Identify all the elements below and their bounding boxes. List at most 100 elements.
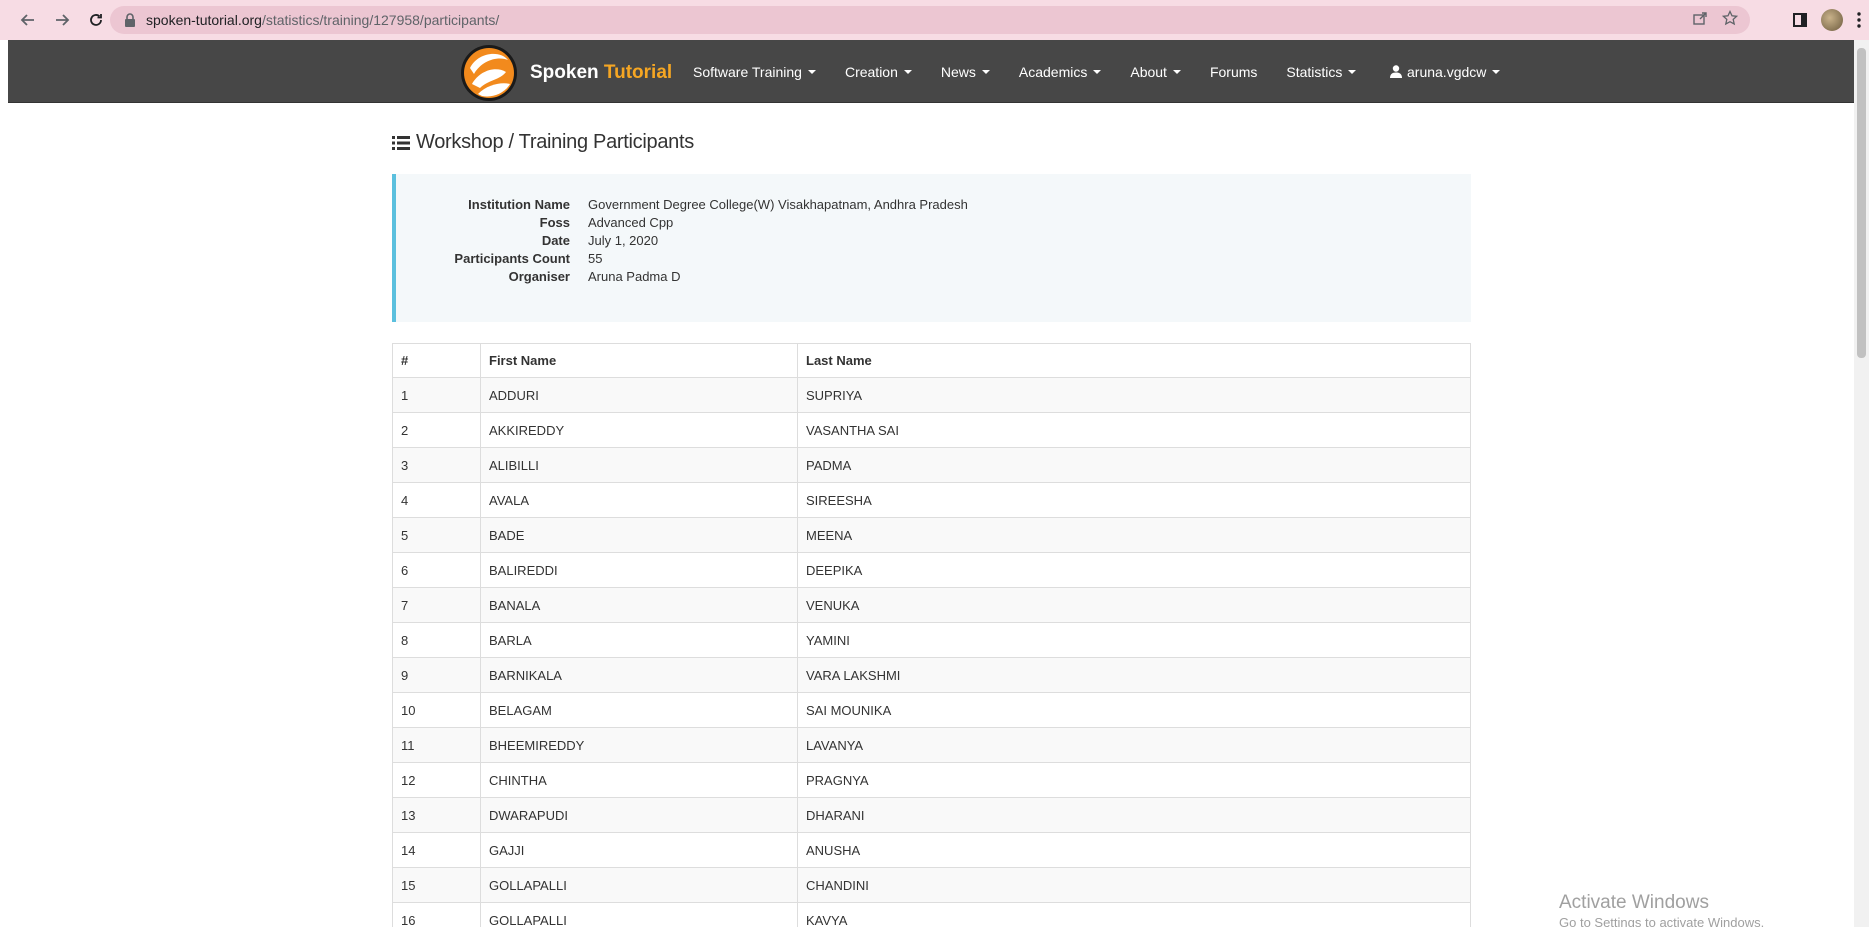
info-row: Institution Name Government Degree Colleg… xyxy=(396,196,1471,214)
table-row: 1 ADDURI SUPRIYA xyxy=(392,377,1471,413)
chevron-down-icon xyxy=(1348,69,1357,74)
cell-last-name: KAVYA xyxy=(797,902,1471,927)
cell-number: 11 xyxy=(392,727,481,763)
cell-first-name: BHEEMIREDDY xyxy=(480,727,798,763)
cell-number: 4 xyxy=(392,482,481,518)
address-bar[interactable]: spoken-tutorial.org/statistics/training/… xyxy=(110,6,1750,34)
share-icon[interactable] xyxy=(1692,10,1708,26)
column-header-last-name: Last Name xyxy=(797,343,1471,378)
info-label: Organiser xyxy=(508,269,570,284)
nav-item-label: Software Training xyxy=(693,63,802,80)
reload-icon[interactable] xyxy=(82,6,110,34)
browser-toolbar: spoken-tutorial.org/statistics/training/… xyxy=(0,0,1869,40)
chevron-down-icon xyxy=(1172,69,1181,74)
brand-link[interactable]: Spoken Tutorial xyxy=(460,44,672,102)
more-menu-icon[interactable] xyxy=(1857,12,1861,28)
cell-last-name: MEENA xyxy=(797,517,1471,553)
nav-item-creation[interactable]: Creation xyxy=(845,64,912,80)
cell-number: 13 xyxy=(392,797,481,833)
info-value: Aruna Padma D xyxy=(588,269,681,284)
cell-number: 6 xyxy=(392,552,481,588)
back-arrow-icon[interactable] xyxy=(14,6,42,34)
info-row: Foss Advanced Cpp xyxy=(396,214,1471,232)
cell-number: 15 xyxy=(392,867,481,903)
cell-last-name: CHANDINI xyxy=(797,867,1471,903)
info-row: Date July 1, 2020 xyxy=(396,232,1471,250)
page-scrollbar[interactable] xyxy=(1854,40,1869,927)
url-text: spoken-tutorial.org/statistics/training/… xyxy=(146,12,500,28)
lock-icon xyxy=(125,13,135,27)
nav-item-software-training[interactable]: Software Training xyxy=(693,64,816,80)
cell-first-name: BARNIKALA xyxy=(480,657,798,693)
cell-first-name: AVALA xyxy=(480,482,798,518)
site-navbar: Spoken Tutorial Software Training Creatio… xyxy=(8,40,1854,103)
info-label: Date xyxy=(541,233,570,248)
user-menu[interactable]: aruna.vgdcw xyxy=(1390,40,1501,103)
side-panel-icon[interactable] xyxy=(1793,13,1807,27)
cell-number: 9 xyxy=(392,657,481,693)
info-label: Participants Count xyxy=(454,251,570,266)
cell-last-name: VARA LAKSHMI xyxy=(797,657,1471,693)
nav-item-news[interactable]: News xyxy=(941,64,990,80)
info-value: Advanced Cpp xyxy=(588,215,674,230)
scroll-thumb[interactable] xyxy=(1857,48,1866,358)
cell-last-name: SAI MOUNIKA xyxy=(797,692,1471,728)
nav-item-about[interactable]: About xyxy=(1130,64,1181,80)
table-header-row: # First Name Last Name xyxy=(392,343,1471,378)
spoken-tutorial-logo-icon xyxy=(461,45,517,101)
chevron-down-icon xyxy=(1492,69,1501,74)
cell-last-name: LAVANYA xyxy=(797,727,1471,763)
column-header-first-name: First Name xyxy=(480,343,798,378)
nav-item-forums[interactable]: Forums xyxy=(1210,64,1257,80)
participants-table: # First Name Last Name 1 ADDURI SUPRIYA 2 AK… xyxy=(392,343,1471,927)
cell-last-name: YAMINI xyxy=(797,622,1471,658)
user-icon xyxy=(1390,65,1402,78)
info-value: Government Degree College(W) Visakhapatn… xyxy=(588,197,968,212)
column-header-number: # xyxy=(392,343,481,378)
cell-number: 10 xyxy=(392,692,481,728)
list-icon xyxy=(392,135,410,150)
nav-item-statistics[interactable]: Statistics xyxy=(1286,63,1357,80)
chevron-down-icon xyxy=(903,69,912,74)
cell-last-name: VENUKA xyxy=(797,587,1471,623)
forward-arrow-icon[interactable] xyxy=(48,6,76,34)
nav-item-label: About xyxy=(1130,63,1167,80)
cell-last-name: SIREESHA xyxy=(797,482,1471,518)
cell-last-name: DEEPIKA xyxy=(797,552,1471,588)
cell-number: 3 xyxy=(392,447,481,483)
table-row: 11 BHEEMIREDDY LAVANYA xyxy=(392,727,1471,763)
nav-item-label: Forums xyxy=(1209,63,1258,80)
cell-first-name: DWARAPUDI xyxy=(480,797,798,833)
cell-first-name: GAJJI xyxy=(480,832,798,868)
chevron-down-icon xyxy=(981,69,990,74)
chevron-down-icon xyxy=(1093,69,1102,74)
table-row: 8 BARLA YAMINI xyxy=(392,622,1471,658)
nav-item-label: Creation xyxy=(844,63,898,80)
info-row: Participants Count 55 xyxy=(396,250,1471,268)
info-value: 55 xyxy=(588,251,603,266)
cell-first-name: ALIBILLI xyxy=(480,447,798,483)
brand-name: Spoken Tutorial xyxy=(530,62,673,83)
cell-last-name: PADMA xyxy=(797,447,1471,483)
table-row: 6 BALIREDDI DEEPIKA xyxy=(392,552,1471,588)
cell-first-name: BALIREDDI xyxy=(480,552,798,588)
profile-avatar[interactable] xyxy=(1821,9,1843,31)
cell-first-name: BADE xyxy=(480,517,798,553)
cell-number: 2 xyxy=(392,412,481,448)
table-row: 7 BANALA VENUKA xyxy=(392,587,1471,623)
table-row: 16 GOLLAPALLI KAVYA xyxy=(392,902,1471,927)
activate-windows-watermark: Activate Windows Go to Settings to activ… xyxy=(1559,892,1764,927)
page-title: Workshop / Training Participants xyxy=(392,131,694,154)
watermark-subtitle: Go to Settings to activate Windows. xyxy=(1559,915,1765,927)
table-row: 13 DWARAPUDI DHARANI xyxy=(392,797,1471,833)
nav-item-label: Academics xyxy=(1018,63,1088,80)
info-row: Organiser Aruna Padma D xyxy=(396,268,1471,286)
table-row: 5 BADE MEENA xyxy=(392,517,1471,553)
chevron-down-icon xyxy=(807,69,816,74)
nav-item-academics[interactable]: Academics xyxy=(1018,63,1102,80)
watermark-title: Activate Windows xyxy=(1559,892,1709,913)
bookmark-star-icon[interactable] xyxy=(1722,10,1738,26)
cell-last-name: PRAGNYA xyxy=(797,762,1471,798)
nav-item-label: Statistics xyxy=(1286,63,1343,80)
table-row: 2 AKKIREDDY VASANTHA SAI xyxy=(392,412,1471,448)
